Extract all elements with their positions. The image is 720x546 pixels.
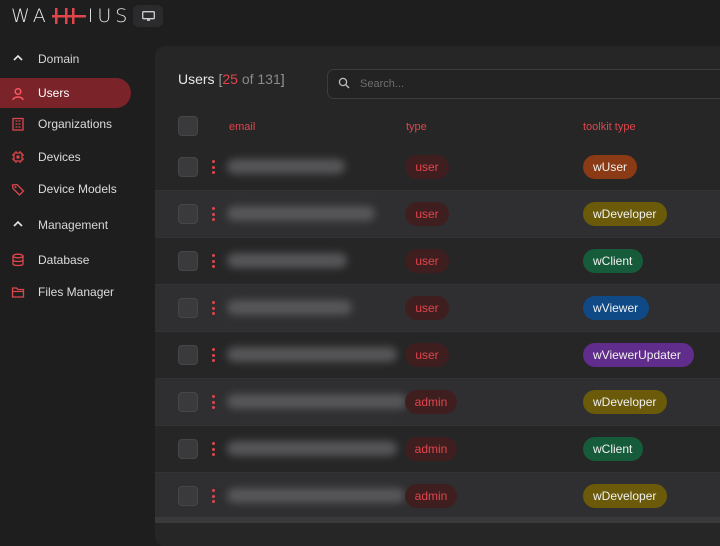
tag-icon — [11, 183, 25, 196]
toolkit-type-badge: wViewer — [583, 296, 649, 320]
row-menu-icon[interactable] — [210, 348, 216, 362]
table-row[interactable]: user wDeveloper — [155, 191, 720, 238]
toolkit-type-badge: wDeveloper — [583, 390, 667, 414]
horizontal-scrollbar[interactable] — [155, 517, 720, 523]
email-redacted — [227, 206, 375, 221]
table-header: email type toolkit type — [155, 116, 720, 138]
monitor-icon — [141, 10, 155, 21]
table-row[interactable]: admin wClient — [155, 426, 720, 473]
email-redacted — [227, 488, 405, 503]
email-column-header[interactable]: email — [229, 121, 255, 133]
users-panel: Users [25 of 131] email type toolkit typ… — [155, 46, 720, 546]
management-section-label: Management — [38, 217, 109, 232]
row-menu-icon[interactable] — [210, 160, 216, 174]
sidebar-item-files-manager[interactable]: Files Manager — [0, 276, 150, 309]
sidebar-item-label: Organizations — [38, 117, 113, 132]
sidebar: Domain Users Organizations Devices Devic… — [0, 40, 150, 309]
sidebar-item-label: Users — [38, 86, 70, 100]
sidebar-item-devices[interactable]: Devices — [0, 141, 150, 174]
email-redacted — [227, 347, 397, 362]
type-column-header[interactable]: type — [406, 121, 427, 133]
row-menu-icon[interactable] — [210, 301, 216, 315]
page-title: Users [25 of 131] — [178, 71, 285, 87]
email-redacted — [227, 159, 345, 174]
row-checkbox[interactable] — [178, 345, 198, 365]
domain-section-label: Domain — [38, 52, 80, 66]
type-badge: user — [405, 343, 449, 367]
row-menu-icon[interactable] — [210, 254, 216, 268]
building-icon — [12, 117, 24, 131]
logo-text-right: IUS — [87, 5, 132, 27]
row-checkbox[interactable] — [178, 204, 198, 224]
search-box — [327, 69, 720, 99]
row-menu-icon[interactable] — [210, 489, 216, 503]
table-row[interactable]: admin wDeveloper — [155, 379, 720, 426]
sidebar-item-users[interactable]: Users — [0, 78, 131, 108]
sidebar-item-label: Device Models — [38, 182, 117, 197]
users-title-text: Users — [178, 71, 215, 87]
toolkit-type-badge: wClient — [583, 437, 643, 461]
sidebar-item-device-models[interactable]: Device Models — [0, 173, 150, 206]
row-menu-icon[interactable] — [210, 395, 216, 409]
row-menu-icon[interactable] — [210, 442, 216, 456]
row-checkbox[interactable] — [178, 392, 198, 412]
toolkit-type-badge: wDeveloper — [583, 484, 667, 508]
top-bar: WA IUS — [0, 0, 720, 34]
type-badge: admin — [405, 437, 457, 461]
toolkit-type-badge: wDeveloper — [583, 202, 667, 226]
sidebar-item-organizations[interactable]: Organizations — [0, 108, 150, 141]
email-redacted — [227, 394, 407, 409]
type-badge: user — [405, 202, 449, 226]
table-row[interactable]: user wViewerUpdater — [155, 332, 720, 379]
type-badge: user — [405, 249, 449, 273]
toolkit-type-badge: wUser — [583, 155, 637, 179]
row-checkbox[interactable] — [178, 251, 198, 271]
table-row[interactable]: user wViewer — [155, 285, 720, 332]
management-section-toggle[interactable]: Management — [0, 206, 150, 244]
table-row[interactable]: user wUser — [155, 144, 720, 191]
row-checkbox[interactable] — [178, 298, 198, 318]
users-total-count: 131 — [257, 71, 281, 87]
user-icon — [12, 88, 24, 101]
type-badge: user — [405, 155, 449, 179]
table-row[interactable]: admin wDeveloper — [155, 473, 720, 520]
email-redacted — [227, 253, 347, 268]
search-icon — [338, 77, 350, 89]
row-checkbox[interactable] — [178, 439, 198, 459]
wahius-logo: WA IUS — [11, 5, 131, 27]
row-checkbox[interactable] — [178, 157, 198, 177]
table-row[interactable]: user wClient — [155, 238, 720, 285]
type-badge: admin — [405, 390, 457, 414]
domain-section-toggle[interactable]: Domain — [0, 40, 150, 78]
database-icon — [12, 253, 24, 266]
sidebar-item-database[interactable]: Database — [0, 244, 150, 277]
select-all-checkbox[interactable] — [178, 116, 198, 136]
sidebar-item-label: Devices — [38, 149, 81, 164]
toolkit-type-column-header[interactable]: toolkit type — [583, 121, 636, 133]
users-shown-count: 25 — [222, 71, 238, 87]
chip-icon — [12, 150, 24, 163]
row-menu-icon[interactable] — [210, 207, 216, 221]
users-of-word: of — [241, 71, 254, 87]
email-redacted — [227, 441, 397, 456]
logo-text-left: WA — [11, 5, 50, 27]
folder-icon — [11, 287, 25, 298]
email-redacted — [227, 300, 352, 315]
sidebar-item-label: Files Manager — [38, 285, 115, 300]
type-badge: user — [405, 296, 449, 320]
search-input[interactable] — [358, 75, 662, 93]
type-badge: admin — [405, 484, 457, 508]
logo-mark-icon — [51, 8, 86, 24]
chevron-up-icon — [13, 54, 23, 61]
sidebar-item-label: Database — [38, 252, 90, 267]
toolkit-type-badge: wViewerUpdater — [583, 343, 694, 367]
chevron-up-icon — [13, 220, 23, 227]
row-checkbox[interactable] — [178, 486, 198, 506]
toolkit-type-badge: wClient — [583, 249, 643, 273]
count-close-bracket: ] — [280, 71, 285, 87]
monitor-button[interactable] — [133, 5, 163, 27]
